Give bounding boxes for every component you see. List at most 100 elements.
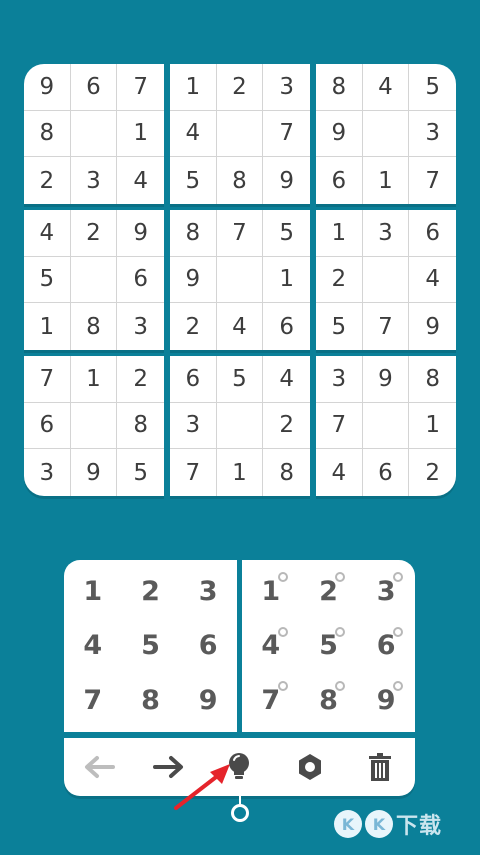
sudoku-cell[interactable]: 5 bbox=[216, 356, 264, 403]
sudoku-cell[interactable]: 4 bbox=[217, 303, 264, 350]
sudoku-cell[interactable]: 3 bbox=[24, 449, 71, 496]
note-key[interactable]: 9 bbox=[357, 673, 415, 728]
sudoku-cell[interactable]: 2 bbox=[263, 403, 310, 450]
sudoku-cell[interactable] bbox=[70, 110, 118, 158]
sudoku-cell[interactable]: 2 bbox=[117, 356, 164, 403]
number-key[interactable]: 9 bbox=[179, 673, 237, 728]
sudoku-cell[interactable]: 9 bbox=[71, 449, 118, 496]
sudoku-cell[interactable]: 5 bbox=[117, 449, 164, 496]
sudoku-cell[interactable]: 8 bbox=[409, 356, 456, 403]
settings-button[interactable] bbox=[285, 742, 335, 792]
note-key[interactable]: 3 bbox=[357, 564, 415, 619]
sudoku-cell[interactable]: 7 bbox=[316, 402, 363, 450]
sudoku-cell[interactable]: 8 bbox=[316, 64, 363, 111]
sudoku-cell[interactable]: 9 bbox=[409, 303, 456, 350]
sudoku-cell[interactable]: 1 bbox=[117, 111, 164, 158]
sudoku-cell[interactable]: 5 bbox=[170, 157, 217, 204]
sudoku-cell[interactable]: 6 bbox=[363, 449, 410, 496]
sudoku-cell[interactable]: 8 bbox=[217, 157, 264, 204]
note-key[interactable]: 5 bbox=[300, 619, 358, 674]
sudoku-cell[interactable]: 1 bbox=[70, 356, 118, 403]
sudoku-cell[interactable]: 3 bbox=[263, 64, 310, 111]
number-key[interactable]: 5 bbox=[122, 619, 180, 674]
number-key[interactable]: 2 bbox=[122, 564, 180, 619]
sudoku-cell[interactable]: 1 bbox=[170, 64, 217, 111]
sudoku-cell[interactable]: 7 bbox=[263, 111, 310, 158]
sudoku-cell[interactable]: 5 bbox=[409, 64, 456, 111]
note-key[interactable]: 1 bbox=[242, 564, 300, 619]
sudoku-cell[interactable]: 9 bbox=[117, 210, 164, 257]
undo-button[interactable] bbox=[74, 742, 124, 792]
sudoku-cell[interactable] bbox=[216, 402, 264, 450]
sudoku-cell[interactable]: 5 bbox=[263, 210, 310, 257]
sudoku-cell[interactable]: 7 bbox=[216, 210, 264, 257]
sudoku-cell[interactable]: 7 bbox=[24, 356, 71, 403]
sudoku-cell[interactable]: 1 bbox=[409, 403, 456, 450]
number-key[interactable]: 6 bbox=[179, 619, 237, 674]
sudoku-cell[interactable]: 2 bbox=[70, 210, 118, 257]
sudoku-cell[interactable] bbox=[70, 402, 118, 450]
sudoku-cell[interactable]: 7 bbox=[363, 303, 410, 350]
sudoku-cell[interactable]: 1 bbox=[24, 303, 71, 350]
sudoku-cell[interactable]: 4 bbox=[316, 449, 363, 496]
sudoku-cell[interactable]: 4 bbox=[24, 210, 71, 257]
sudoku-cell[interactable]: 7 bbox=[409, 157, 456, 204]
sudoku-cell[interactable]: 7 bbox=[117, 64, 164, 111]
sudoku-cell[interactable]: 4 bbox=[362, 64, 410, 111]
sudoku-cell[interactable]: 9 bbox=[24, 64, 71, 111]
note-key[interactable]: 8 bbox=[300, 673, 358, 728]
sudoku-cell[interactable]: 9 bbox=[170, 256, 217, 304]
sudoku-cell[interactable]: 6 bbox=[117, 257, 164, 304]
sudoku-cell[interactable]: 5 bbox=[24, 256, 71, 304]
sudoku-cell[interactable]: 8 bbox=[263, 449, 310, 496]
sudoku-cell[interactable]: 1 bbox=[263, 257, 310, 304]
number-key[interactable]: 8 bbox=[122, 673, 180, 728]
number-key[interactable]: 3 bbox=[179, 564, 237, 619]
sudoku-cell[interactable]: 5 bbox=[316, 303, 363, 350]
sudoku-cell[interactable] bbox=[362, 256, 410, 304]
sudoku-cell[interactable] bbox=[362, 110, 410, 158]
sudoku-cell[interactable] bbox=[216, 110, 264, 158]
number-key[interactable]: 1 bbox=[64, 564, 122, 619]
sudoku-cell[interactable]: 2 bbox=[316, 256, 363, 304]
sudoku-cell[interactable]: 2 bbox=[409, 449, 456, 496]
sudoku-cell[interactable]: 8 bbox=[117, 403, 164, 450]
sudoku-cell[interactable]: 3 bbox=[71, 157, 118, 204]
sudoku-cell[interactable] bbox=[362, 402, 410, 450]
note-key[interactable]: 2 bbox=[300, 564, 358, 619]
sudoku-cell[interactable]: 4 bbox=[409, 257, 456, 304]
sudoku-cell[interactable]: 2 bbox=[24, 157, 71, 204]
sudoku-cell[interactable]: 3 bbox=[316, 356, 363, 403]
sudoku-cell[interactable]: 9 bbox=[316, 110, 363, 158]
sudoku-cell[interactable] bbox=[216, 256, 264, 304]
sudoku-cell[interactable]: 3 bbox=[362, 210, 410, 257]
sudoku-cell[interactable]: 3 bbox=[170, 402, 217, 450]
sudoku-cell[interactable]: 7 bbox=[170, 449, 217, 496]
sudoku-cell[interactable]: 6 bbox=[316, 157, 363, 204]
note-key[interactable]: 6 bbox=[357, 619, 415, 674]
sudoku-cell[interactable]: 3 bbox=[117, 303, 164, 350]
number-key[interactable]: 7 bbox=[64, 673, 122, 728]
sudoku-cell[interactable]: 6 bbox=[170, 356, 217, 403]
sudoku-cell[interactable]: 9 bbox=[263, 157, 310, 204]
sudoku-cell[interactable]: 9 bbox=[362, 356, 410, 403]
sudoku-cell[interactable]: 6 bbox=[409, 210, 456, 257]
note-key[interactable]: 7 bbox=[242, 673, 300, 728]
sudoku-cell[interactable]: 3 bbox=[409, 111, 456, 158]
sudoku-cell[interactable] bbox=[70, 256, 118, 304]
note-key[interactable]: 4 bbox=[242, 619, 300, 674]
sudoku-cell[interactable]: 6 bbox=[70, 64, 118, 111]
sudoku-cell[interactable]: 2 bbox=[216, 64, 264, 111]
sudoku-cell[interactable]: 6 bbox=[263, 303, 310, 350]
sudoku-cell[interactable]: 6 bbox=[24, 402, 71, 450]
sudoku-cell[interactable]: 1 bbox=[217, 449, 264, 496]
sudoku-cell[interactable]: 8 bbox=[170, 210, 217, 257]
sudoku-cell[interactable]: 1 bbox=[316, 210, 363, 257]
sudoku-cell[interactable]: 8 bbox=[71, 303, 118, 350]
sudoku-cell[interactable]: 8 bbox=[24, 110, 71, 158]
sudoku-cell[interactable]: 4 bbox=[263, 356, 310, 403]
delete-button[interactable] bbox=[355, 742, 405, 792]
sudoku-cell[interactable]: 4 bbox=[117, 157, 164, 204]
sudoku-cell[interactable]: 4 bbox=[170, 110, 217, 158]
sudoku-cell[interactable]: 1 bbox=[363, 157, 410, 204]
